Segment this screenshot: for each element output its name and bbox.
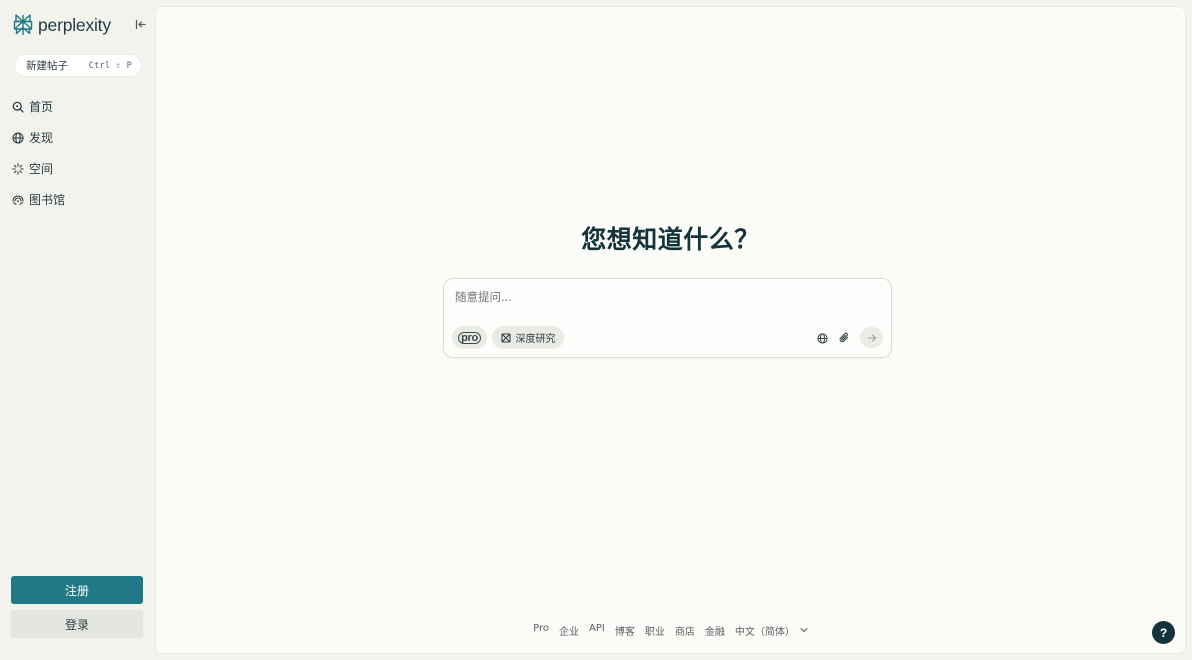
sidebar-item-label: 图书馆 (29, 193, 66, 207)
arrow-right-icon (867, 328, 877, 347)
sidebar-item-label: 首页 (29, 100, 54, 114)
sidebar-item-library[interactable]: 图书馆 (12, 184, 144, 215)
sidebar-nav: 首页 发现 空间 图书馆 (12, 91, 144, 215)
paperclip-icon (839, 329, 850, 348)
globe-icon (12, 131, 24, 144)
attach-button[interactable] (837, 331, 851, 345)
pro-label: pro (458, 331, 481, 344)
main-panel: 您想知道什么？ pro 深度研究 (155, 6, 1186, 654)
search-icon (12, 101, 24, 113)
sidebar-item-home[interactable]: 首页 (12, 91, 144, 122)
spaces-icon (12, 162, 24, 175)
footer-link-pro[interactable]: Pro (533, 623, 549, 638)
sidebar: perplexity 新建帖子 Ctrl ⇧ P 首页 发现 空间 图书馆 注册… (0, 0, 154, 660)
language-label: 中文（简体） (734, 627, 795, 638)
sidebar-item-discover[interactable]: 发现 (12, 122, 144, 153)
collapse-sidebar-icon (135, 15, 146, 34)
pro-toggle-button[interactable]: pro (452, 326, 487, 349)
sidebar-item-spaces[interactable]: 空间 (12, 153, 144, 184)
web-search-button[interactable] (815, 331, 829, 345)
chevron-down-icon (800, 625, 808, 636)
collapse-sidebar-button[interactable] (132, 16, 148, 32)
signup-button[interactable]: 注册 (11, 576, 143, 604)
app-root: perplexity 新建帖子 Ctrl ⇧ P 首页 发现 空间 图书馆 注册… (0, 0, 1192, 660)
new-thread-label: 新建帖子 (26, 60, 68, 72)
help-button[interactable]: ? (1152, 621, 1175, 644)
footer-link-store[interactable]: 商店 (675, 623, 695, 638)
brand-name: perplexity (38, 14, 111, 35)
new-thread-button[interactable]: 新建帖子 Ctrl ⇧ P (14, 54, 142, 77)
deep-research-button[interactable]: 深度研究 (492, 326, 564, 349)
search-box: pro 深度研究 (443, 278, 892, 358)
submit-button[interactable] (860, 327, 883, 348)
perplexity-logo-icon (13, 14, 33, 36)
deep-research-icon (500, 328, 511, 347)
search-input[interactable] (455, 288, 875, 306)
sidebar-item-label: 空间 (29, 162, 54, 176)
footer-link-enterprise[interactable]: 企业 (559, 623, 579, 638)
footer-link-finance[interactable]: 金融 (705, 623, 725, 638)
library-icon (12, 194, 24, 206)
sidebar-item-label: 发现 (29, 131, 54, 145)
language-select[interactable]: 中文（简体） (735, 623, 808, 638)
page-title: 您想知道什么？ (581, 225, 760, 254)
brand[interactable]: perplexity (13, 12, 111, 38)
deep-research-label: 深度研究 (515, 334, 556, 345)
footer-link-blog[interactable]: 博客 (615, 623, 635, 638)
footer-link-api[interactable]: API (589, 623, 605, 638)
footer-link-careers[interactable]: 职业 (645, 623, 665, 638)
footer: Pro 企业 API 博客 职业 商店 金融 中文（简体） (155, 623, 1186, 638)
login-button[interactable]: 登录 (11, 610, 143, 638)
new-thread-shortcut: Ctrl ⇧ P (88, 60, 132, 71)
globe-icon (816, 329, 828, 348)
